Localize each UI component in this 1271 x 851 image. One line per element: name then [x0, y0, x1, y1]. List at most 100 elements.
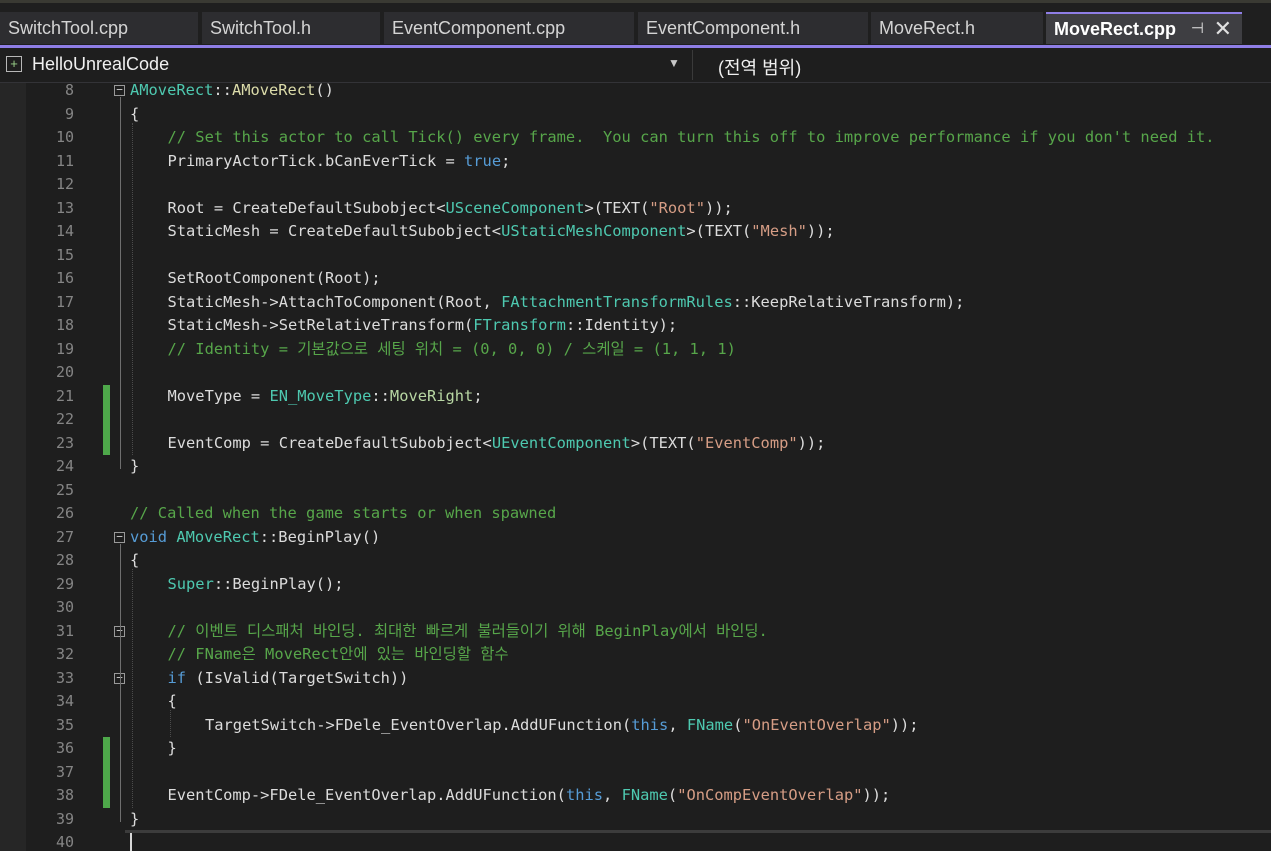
indent-guide	[170, 710, 171, 737]
code-line[interactable]: Super::BeginPlay();	[168, 573, 344, 597]
code-token: // Identity = 기본값으로 세팅 위치 = (0, 0, 0) / …	[167, 339, 736, 358]
scope-dropdown-label: (전역 범위)	[718, 58, 802, 78]
indent-guide	[132, 122, 133, 455]
fold-region-line	[120, 637, 121, 657]
code-token: }	[130, 809, 140, 828]
code-token: MoveRight	[389, 386, 474, 405]
fold-region-line	[120, 97, 121, 469]
tab-label: EventComponent.cpp	[392, 18, 566, 38]
line-number: 38	[55, 786, 74, 804]
project-icon: +	[6, 56, 22, 72]
code-line[interactable]: {	[168, 690, 177, 714]
code-token: MoveType =	[167, 386, 270, 405]
code-token: ;	[473, 386, 483, 405]
line-number: 22	[55, 410, 74, 428]
fold-region-line	[120, 543, 121, 822]
code-line[interactable]: EventComp = CreateDefaultSubobject<UEven…	[168, 432, 826, 456]
code-token: FAttachmentTransformRules	[501, 292, 733, 311]
tab-label: SwitchTool.h	[210, 18, 312, 38]
code-line[interactable]: if (IsValid(TargetSwitch))	[168, 667, 409, 691]
tab-label: SwitchTool.cpp	[8, 18, 129, 38]
tab-label: MoveRect.h	[879, 18, 976, 38]
line-number: 10	[55, 128, 74, 146]
code-token: ));	[704, 198, 733, 217]
code-line[interactable]: EventComp->FDele_EventOverlap.AddUFuncti…	[168, 784, 891, 808]
pin-icon[interactable]: ⊣	[1191, 14, 1204, 44]
code-token: Root = CreateDefaultSubobject<	[167, 198, 446, 217]
code-token: >(TEXT(	[686, 222, 752, 240]
tab-switchtool-cpp[interactable]: SwitchTool.cpp	[0, 12, 198, 44]
code-line[interactable]: MoveType = EN_MoveType::MoveRight;	[168, 385, 483, 409]
code-line[interactable]: }	[168, 737, 177, 761]
code-token: {	[130, 551, 140, 569]
project-dropdown[interactable]: + HelloUnrealCode ▼	[0, 50, 688, 80]
code-line[interactable]: // 이벤트 디스패처 바인딩. 최대한 빠르게 불러들이기 위해 BeginP…	[168, 620, 768, 644]
code-token: ));	[806, 222, 835, 240]
code-line[interactable]: Root = CreateDefaultSubobject<USceneComp…	[168, 197, 733, 221]
line-number: 40	[55, 833, 74, 851]
code-line[interactable]: StaticMesh->AttachToComponent(Root, FAtt…	[168, 291, 965, 315]
code-token: PrimaryActorTick.bCanEverTick =	[167, 151, 465, 170]
code-token: >(TEXT(	[584, 198, 650, 217]
code-line[interactable]: // Set this actor to call Tick() every f…	[168, 126, 1215, 150]
code-line[interactable]: SetRootComponent(Root);	[168, 267, 381, 291]
line-number: 34	[55, 692, 74, 710]
line-number: 19	[55, 339, 74, 358]
tab-eventcomponent-h[interactable]: EventComponent.h	[638, 12, 868, 44]
line-number: 12	[55, 175, 74, 193]
code-token: ,	[603, 786, 622, 804]
collapse-toggle-icon[interactable]: −	[114, 84, 125, 96]
line-number: 18	[55, 316, 74, 334]
tab-label: MoveRect.cpp	[1054, 19, 1177, 39]
line-number: 16	[55, 269, 74, 287]
line-number: 26	[55, 504, 74, 522]
code-token: }	[167, 739, 177, 757]
code-line[interactable]: PrimaryActorTick.bCanEverTick = true;	[168, 150, 511, 174]
line-number: 37	[55, 762, 74, 781]
code-token: this	[565, 786, 604, 804]
code-token: ));	[862, 786, 891, 804]
tab-eventcomponent-cpp[interactable]: EventComponent.cpp	[384, 12, 634, 44]
code-token: "EventComp"	[695, 433, 798, 452]
change-marker	[103, 784, 110, 808]
code-line[interactable]: }	[130, 808, 139, 832]
line-number: 33	[55, 668, 74, 687]
close-icon[interactable]: ✕	[1214, 14, 1232, 44]
code-line[interactable]: TargetSwitch->FDele_EventOverlap.AddUFun…	[205, 714, 919, 738]
code-token: // 이벤트 디스패처 바인딩. 최대한 빠르게 불러들이기 위해 BeginP…	[167, 621, 768, 640]
code-line[interactable]: }	[130, 455, 139, 479]
code-line[interactable]: // Called when the game starts or when s…	[130, 502, 556, 526]
tab-moverect-h[interactable]: MoveRect.h	[871, 12, 1043, 44]
line-number: 30	[55, 598, 74, 616]
code-token: void	[130, 527, 168, 546]
code-line[interactable]: // Identity = 기본값으로 세팅 위치 = (0, 0, 0) / …	[168, 338, 736, 362]
change-marker	[103, 737, 110, 761]
dropdown-arrow-icon[interactable]: ▼	[668, 56, 680, 70]
tab-moverect-cpp[interactable]: MoveRect.cpp ⊣ ✕	[1046, 12, 1242, 44]
line-number: 20	[55, 363, 74, 381]
change-marker	[103, 384, 110, 408]
navigation-bar: + HelloUnrealCode ▼ (전역 범위)	[0, 48, 1271, 83]
code-line[interactable]: StaticMesh = CreateDefaultSubobject<USta…	[168, 220, 835, 244]
code-line[interactable]: void AMoveRect::BeginPlay()	[130, 526, 380, 550]
code-token: EventComp->FDele_EventOverlap.AddUFuncti…	[167, 786, 566, 804]
code-line[interactable]: StaticMesh->SetRelativeTransform(FTransf…	[168, 314, 678, 338]
code-editor[interactable]: 8 AMoveRect::AMoveRect() 9{10// Set this a…	[0, 83, 1271, 851]
collapse-toggle-icon[interactable]: −	[114, 531, 125, 543]
code-token: {	[130, 104, 140, 123]
code-line[interactable]: AMoveRect::AMoveRect()	[130, 83, 334, 103]
scope-dropdown[interactable]: (전역 범위)	[692, 50, 1271, 80]
code-line[interactable]: // FName은 MoveRect안에 있는 바인딩할 함수	[168, 643, 509, 667]
line-number: 13	[55, 198, 74, 217]
horizontal-scrollbar[interactable]	[125, 830, 1271, 833]
line-number: 29	[55, 574, 74, 593]
code-token: {	[167, 692, 177, 710]
code-token: >(TEXT(	[630, 433, 696, 452]
code-token: ,	[668, 715, 687, 734]
tab-switchtool-h[interactable]: SwitchTool.h	[202, 12, 380, 44]
code-token: // FName은 MoveRect안에 있는 바인딩할 함수	[167, 645, 509, 663]
fold-region-line	[120, 684, 121, 751]
code-token: EN_MoveType	[269, 386, 372, 405]
code-token: UStaticMeshComponent	[501, 222, 687, 240]
line-number: 31	[55, 621, 74, 640]
